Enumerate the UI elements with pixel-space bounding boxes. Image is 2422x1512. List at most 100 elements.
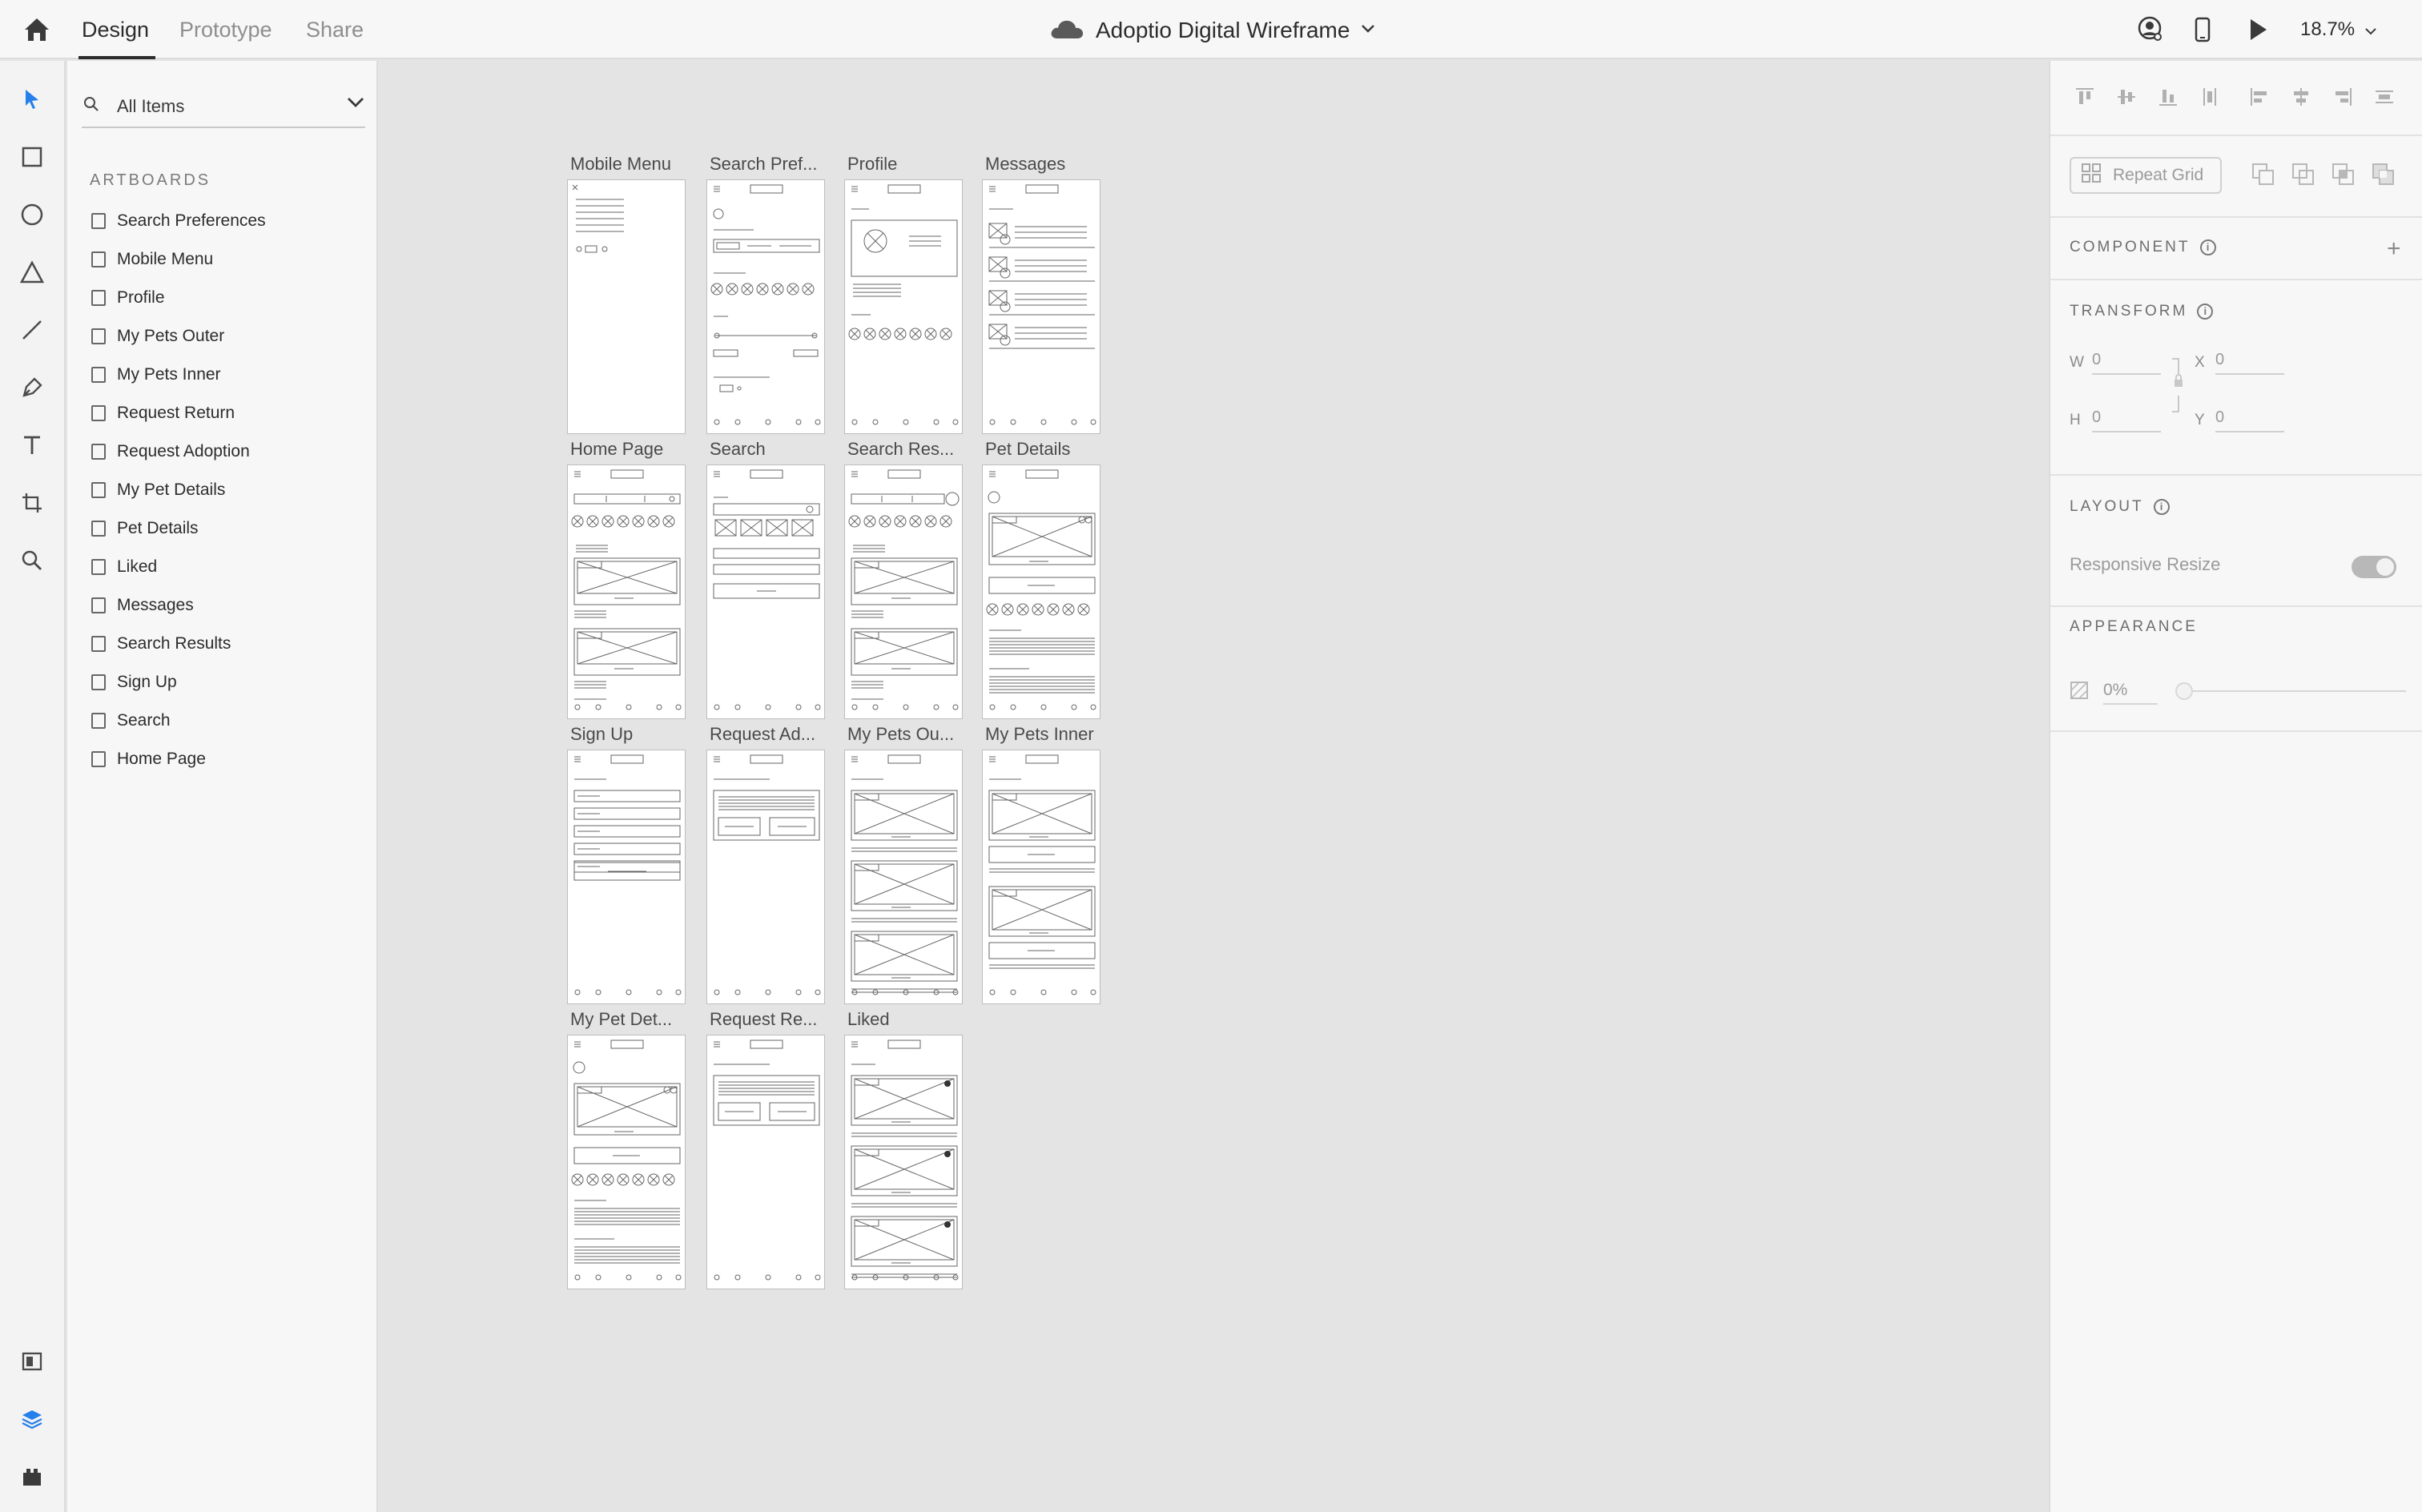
info-icon[interactable]: i — [2199, 239, 2216, 255]
align-middle-icon[interactable] — [2111, 82, 2142, 112]
artboard-list-item[interactable]: Request Adoption — [91, 432, 266, 471]
artboard-list-item[interactable]: Search Preferences — [91, 202, 266, 240]
info-icon[interactable]: i — [2153, 499, 2170, 515]
artboard-list-item[interactable]: Sign Up — [91, 663, 266, 702]
opacity-field[interactable]: 0% — [2103, 681, 2158, 705]
layers-icon[interactable] — [16, 1403, 48, 1435]
artboard-list-item[interactable]: My Pet Details — [91, 471, 266, 509]
artboard-tool-icon[interactable] — [16, 487, 48, 519]
align-right-icon[interactable] — [2327, 82, 2358, 112]
artboard-list-item[interactable]: Liked — [91, 548, 266, 586]
artboard-mypetsinner[interactable] — [982, 750, 1100, 1004]
artboard-list-item[interactable]: Home Page — [91, 740, 266, 778]
play-icon[interactable] — [2241, 14, 2273, 45]
artboard-details[interactable] — [982, 464, 1100, 719]
add-boolean-icon[interactable] — [2251, 162, 2276, 191]
artboard-signup[interactable] — [567, 750, 686, 1004]
tab-share[interactable]: Share — [306, 14, 364, 45]
ellipse-tool-icon[interactable] — [16, 199, 48, 231]
appearance-section: APPEARANCE — [2070, 618, 2198, 636]
artboard-title[interactable]: Sign Up — [570, 724, 690, 745]
artboard-profile[interactable] — [844, 179, 963, 434]
text-tool-icon[interactable] — [16, 429, 48, 461]
exclude-boolean-icon[interactable] — [2371, 162, 2396, 191]
align-top-icon[interactable] — [2070, 82, 2100, 112]
tab-prototype[interactable]: Prototype — [179, 14, 272, 45]
artboard-list-item[interactable]: Messages — [91, 586, 266, 625]
artboard-title[interactable]: Request Re... — [710, 1009, 830, 1030]
artboard-details[interactable] — [567, 1035, 686, 1289]
add-component-icon[interactable]: + — [2387, 235, 2401, 263]
artboard-list-label: Sign Up — [117, 673, 177, 691]
distribute-horizontal-icon[interactable] — [2369, 82, 2400, 112]
rectangle-tool-icon[interactable] — [16, 141, 48, 173]
lock-proportions-icon[interactable] — [2171, 357, 2187, 417]
artboard-menu[interactable] — [567, 179, 686, 434]
artboard-home[interactable] — [567, 464, 686, 719]
artboard-list-item[interactable]: Search — [91, 702, 266, 740]
info-icon[interactable]: i — [2197, 304, 2214, 320]
user-icon[interactable] — [2134, 14, 2166, 45]
zoom-dropdown[interactable]: 18.7% — [2300, 14, 2377, 45]
subtract-boolean-icon[interactable] — [2291, 162, 2316, 191]
line-tool-icon[interactable] — [16, 314, 48, 346]
artboard-title[interactable]: Liked — [847, 1009, 968, 1030]
x-field[interactable]: 0 — [2215, 348, 2284, 375]
artboard-icon — [91, 405, 106, 421]
component-section: COMPONENT i — [2070, 239, 2216, 256]
artboard-list-label: Messages — [117, 596, 194, 614]
artboard-list-item[interactable]: Request Return — [91, 394, 266, 432]
artboard-title[interactable]: Messages — [985, 154, 1105, 175]
artboard-title[interactable]: My Pets Inner — [985, 724, 1105, 745]
artboard-title[interactable]: Search Res... — [847, 439, 968, 460]
artboard-liked[interactable] — [844, 1035, 963, 1289]
artboard-mypets[interactable] — [844, 750, 963, 1004]
mobile-preview-icon[interactable] — [2187, 14, 2219, 45]
artboard-list-item[interactable]: Pet Details — [91, 509, 266, 548]
polygon-tool-icon[interactable] — [16, 256, 48, 288]
select-tool-icon[interactable] — [16, 83, 48, 115]
artboard-title[interactable]: Request Ad... — [710, 724, 830, 745]
tab-design[interactable]: Design — [82, 14, 149, 45]
chevron-down-icon[interactable] — [346, 96, 365, 113]
layers-filter-dropdown[interactable]: All Items — [82, 83, 365, 128]
align-bottom-icon[interactable] — [2153, 82, 2183, 112]
y-field[interactable]: 0 — [2215, 405, 2284, 432]
artboard-list-item[interactable]: My Pets Inner — [91, 356, 266, 394]
align-left-icon[interactable] — [2244, 82, 2275, 112]
intersect-boolean-icon[interactable] — [2331, 162, 2356, 191]
opacity-slider-track[interactable] — [2182, 690, 2406, 692]
artboard-request[interactable] — [706, 750, 825, 1004]
artboard-list-item[interactable]: Search Results — [91, 625, 266, 663]
artboard-search[interactable] — [706, 464, 825, 719]
distribute-vertical-icon[interactable] — [2195, 82, 2225, 112]
artboard-list-item[interactable]: My Pets Outer — [91, 317, 266, 356]
artboard-prefs[interactable] — [706, 179, 825, 434]
artboard-title[interactable]: My Pets Ou... — [847, 724, 968, 745]
document-title-menu[interactable]: Adoptio Digital Wireframe — [1049, 13, 1375, 48]
artboard-title[interactable]: Profile — [847, 154, 968, 175]
home-icon[interactable] — [21, 14, 53, 45]
repeat-grid-button[interactable]: Repeat Grid — [2070, 157, 2222, 194]
zoom-tool-icon[interactable] — [16, 545, 48, 577]
artboard-title[interactable]: Mobile Menu — [570, 154, 690, 175]
artboard-list-item[interactable]: Mobile Menu — [91, 240, 266, 279]
height-field[interactable]: 0 — [2092, 405, 2161, 432]
artboard-title[interactable]: Pet Details — [985, 439, 1105, 460]
opacity-slider-handle[interactable] — [2175, 682, 2193, 700]
width-field[interactable]: 0 — [2092, 348, 2161, 375]
artboard-results[interactable] — [844, 464, 963, 719]
align-center-icon[interactable] — [2286, 82, 2316, 112]
artboard-list-item[interactable]: Profile — [91, 279, 266, 317]
assets-icon[interactable] — [16, 1345, 48, 1377]
artboard-request[interactable] — [706, 1035, 825, 1289]
artboard-title[interactable]: Home Page — [570, 439, 690, 460]
canvas[interactable]: Mobile Menu Search Pref... Profile Messages… — [380, 61, 2049, 1512]
responsive-resize-toggle[interactable] — [2352, 556, 2396, 578]
pen-tool-icon[interactable] — [16, 372, 48, 404]
artboard-title[interactable]: Search — [710, 439, 830, 460]
artboard-title[interactable]: Search Pref... — [710, 154, 830, 175]
artboard-messages[interactable] — [982, 179, 1100, 434]
plugins-icon[interactable] — [16, 1461, 48, 1493]
artboard-title[interactable]: My Pet Det... — [570, 1009, 690, 1030]
